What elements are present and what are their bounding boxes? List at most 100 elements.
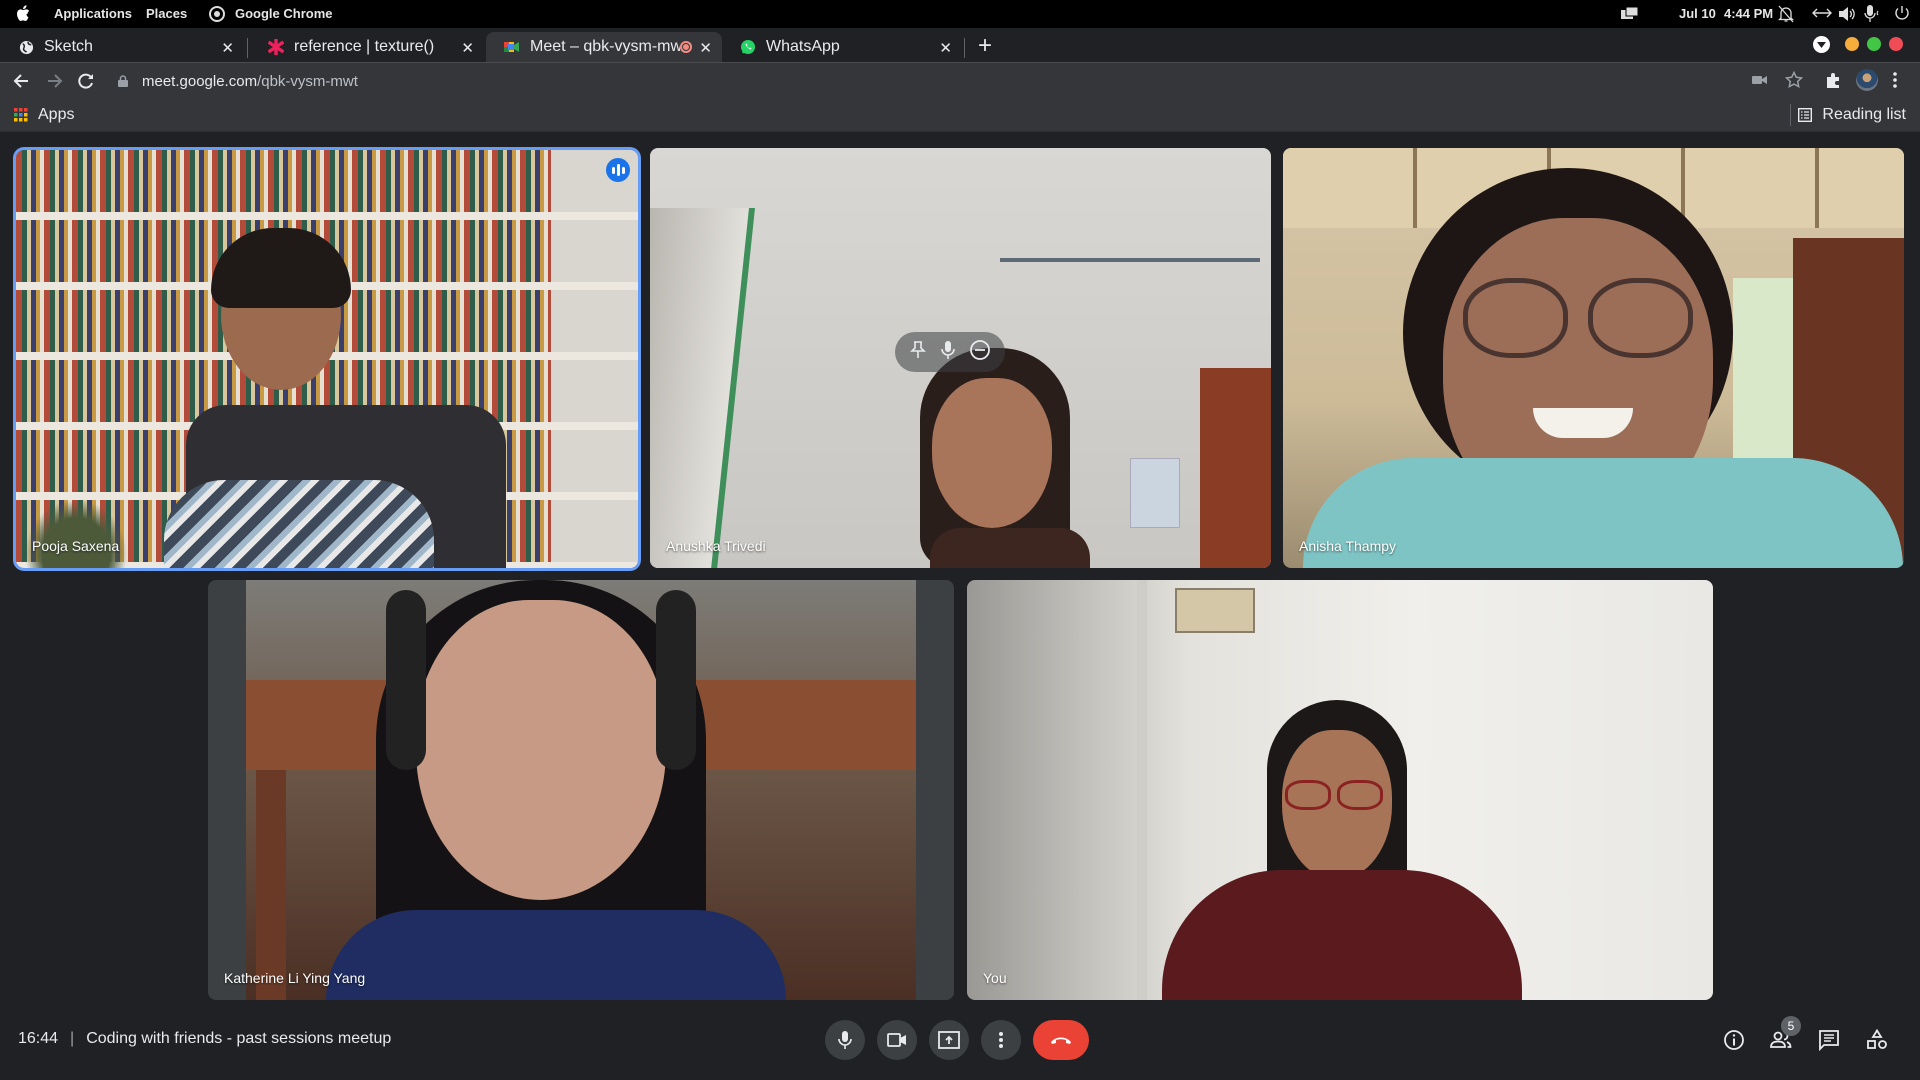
participant-tile-anisha-thampy[interactable]: Anisha Thampy xyxy=(1283,148,1904,568)
tab-divider xyxy=(247,38,248,58)
chat-button[interactable] xyxy=(1813,1024,1845,1056)
profile-avatar[interactable] xyxy=(1856,69,1878,91)
end-call-button[interactable] xyxy=(1033,1020,1089,1060)
participant-name: Anisha Thampy xyxy=(1299,538,1397,554)
present-screen-button[interactable] xyxy=(929,1020,969,1060)
participant-tile-you[interactable]: You xyxy=(967,580,1713,1000)
mute-participant-button[interactable] xyxy=(940,340,956,365)
participant-hover-controls xyxy=(895,332,1005,372)
participant-name: Katherine Li Ying Yang xyxy=(224,970,366,986)
network-icon[interactable] xyxy=(1812,6,1832,20)
arrow-left-icon xyxy=(13,74,28,88)
back-button[interactable] xyxy=(12,71,32,96)
url-host: meet.google.com xyxy=(142,72,258,90)
bookmarks-divider xyxy=(1790,104,1791,126)
apps-grid-icon xyxy=(14,108,28,122)
tab-whatsapp[interactable]: WhatsApp ✕ xyxy=(722,32,962,62)
tab-search-button[interactable] xyxy=(1813,36,1830,53)
menu-places[interactable]: Places xyxy=(146,6,187,21)
camera-button[interactable] xyxy=(877,1020,917,1060)
pin-button[interactable] xyxy=(909,340,927,365)
present-to-all-icon xyxy=(938,1031,960,1049)
tab-reference-texture[interactable]: reference | texture() ✕ xyxy=(250,32,484,62)
os-top-bar: Applications Places Google Chrome Jul 10… xyxy=(0,0,1920,28)
time-label[interactable]: 4:44 PM xyxy=(1724,6,1773,21)
apps-shortcut[interactable]: Apps xyxy=(14,106,74,124)
microphone-icon xyxy=(838,1031,852,1049)
new-tab-button[interactable]: + xyxy=(978,32,992,60)
volume-icon[interactable] xyxy=(1838,6,1856,22)
microphone-icon xyxy=(941,340,955,359)
microphone-icon[interactable] xyxy=(1864,5,1884,23)
tab-strip: Sketch ✕ reference | texture() ✕ Meet – … xyxy=(0,28,1920,62)
close-tab-icon[interactable]: ✕ xyxy=(461,39,474,57)
browser-toolbar: meet.google.com/qbk-vysm-mwt xyxy=(0,62,1920,98)
chat-icon xyxy=(1819,1030,1839,1051)
participant-name: Pooja Saxena xyxy=(32,538,120,554)
participant-name: You xyxy=(983,970,1007,986)
recording-indicator-icon xyxy=(680,41,692,53)
google-meet-icon xyxy=(504,39,520,55)
more-options-button[interactable] xyxy=(981,1020,1021,1060)
participant-tile-pooja-saxena[interactable]: Pooja Saxena xyxy=(16,150,638,568)
people-button[interactable]: 5 xyxy=(1765,1016,1801,1056)
tab-title: Meet – qbk-vysm-mwt xyxy=(530,38,680,55)
reading-list-label: Reading list xyxy=(1822,106,1906,123)
close-tab-icon[interactable]: ✕ xyxy=(939,39,952,57)
meet-stage: Pooja Saxena Anushka Trivedi Anisha Tham… xyxy=(0,132,1920,1080)
meeting-details-button[interactable] xyxy=(1718,1024,1750,1056)
address-bar[interactable]: meet.google.com/qbk-vysm-mwt xyxy=(118,69,358,93)
microphone-button[interactable] xyxy=(825,1020,865,1060)
tab-google-meet[interactable]: Meet – qbk-vysm-mwt ✕ xyxy=(486,32,722,62)
minimize-window-button[interactable] xyxy=(1845,37,1859,51)
tab-sketch[interactable]: Sketch ✕ xyxy=(0,32,244,62)
reload-button[interactable] xyxy=(76,71,96,96)
pin-icon xyxy=(910,340,927,358)
close-tab-icon[interactable]: ✕ xyxy=(221,39,234,57)
url-path: /qbk-vysm-mwt xyxy=(257,72,358,90)
remove-participant-button[interactable] xyxy=(969,339,991,366)
info-separator: | xyxy=(70,1030,75,1047)
chrome-logo-icon xyxy=(209,6,225,22)
notifications-off-icon[interactable] xyxy=(1778,5,1794,23)
participant-count-badge: 5 xyxy=(1781,1016,1801,1036)
meeting-clock: 16:44 xyxy=(18,1030,59,1047)
videocam-icon xyxy=(887,1033,906,1047)
date-label: Jul 10 xyxy=(1679,6,1716,21)
p5-asterisk-icon xyxy=(268,39,284,55)
speaking-indicator-icon xyxy=(606,158,630,182)
participant-tile-anushka-trivedi[interactable]: Anushka Trivedi xyxy=(650,148,1271,568)
close-tab-icon[interactable]: ✕ xyxy=(699,39,712,57)
apple-menu-icon[interactable] xyxy=(16,5,30,22)
more-vert-icon xyxy=(999,1032,1003,1048)
activities-button[interactable] xyxy=(1861,1024,1893,1056)
forward-button[interactable] xyxy=(44,71,64,96)
extensions-puzzle-icon[interactable] xyxy=(1825,71,1843,94)
tab-title: WhatsApp xyxy=(766,38,840,55)
tab-title: Sketch xyxy=(44,38,93,55)
menu-google-chrome[interactable]: Google Chrome xyxy=(235,6,333,21)
reading-list-button[interactable]: Reading list xyxy=(1798,106,1906,124)
info-icon xyxy=(1724,1030,1744,1050)
maximize-window-button[interactable] xyxy=(1867,37,1881,51)
whatsapp-icon xyxy=(740,39,756,55)
video-feed xyxy=(246,580,916,1000)
meeting-title[interactable]: Coding with friends - past sessions meet… xyxy=(86,1030,391,1048)
chevron-down-icon xyxy=(1817,41,1826,48)
participant-name: Anushka Trivedi xyxy=(666,538,766,554)
menu-applications[interactable]: Applications xyxy=(54,6,132,21)
chrome-menu-button[interactable] xyxy=(1893,71,1897,94)
participant-tile-katherine-li-ying-yang[interactable]: Katherine Li Ying Yang xyxy=(208,580,954,1000)
meet-bottom-bar: 16:44 | Coding with friends - past sessi… xyxy=(0,1008,1920,1080)
apps-label: Apps xyxy=(38,106,75,123)
lock-icon[interactable] xyxy=(118,75,128,87)
bookmark-star-icon[interactable] xyxy=(1784,70,1804,94)
power-icon[interactable] xyxy=(1894,5,1910,21)
video-feed xyxy=(16,150,638,568)
video-feed xyxy=(967,580,1713,1000)
screen-share-icon[interactable] xyxy=(1621,6,1639,22)
close-window-button[interactable] xyxy=(1889,37,1903,51)
activities-shapes-icon xyxy=(1867,1029,1887,1049)
camera-in-use-icon[interactable] xyxy=(1752,73,1768,91)
sketch-globe-icon xyxy=(18,39,34,55)
